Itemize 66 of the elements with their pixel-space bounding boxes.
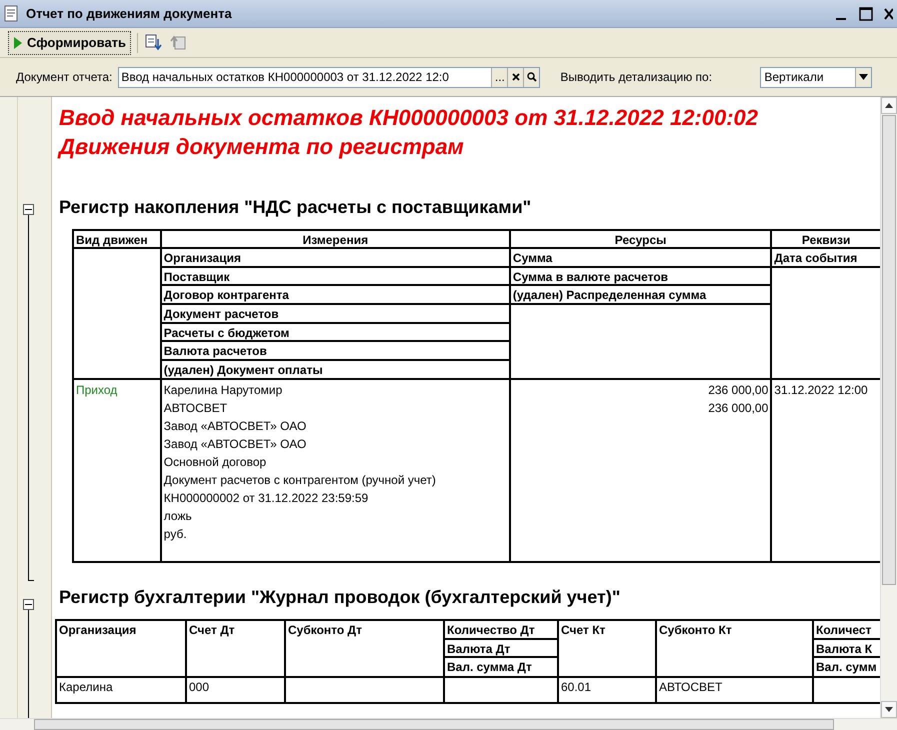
close-icon <box>512 73 520 81</box>
report-title: Движения документа по регистрам <box>59 133 465 161</box>
document-label: Документ отчета: <box>16 69 112 86</box>
play-icon <box>13 36 23 50</box>
dropdown-arrow-icon <box>859 74 868 80</box>
table-cell-text: Завод «АВТОСВЕТ» ОАО <box>162 436 308 453</box>
table-cell-text: ложь <box>162 508 193 525</box>
table-cell-text: Карелина Нарутомир <box>162 382 284 399</box>
collapse-toggle-icon[interactable] <box>23 204 34 215</box>
close-icon[interactable] <box>883 6 893 20</box>
scroll-down-icon[interactable] <box>885 707 893 712</box>
field-header: Документ расчетов <box>162 305 509 324</box>
column-header: Субконто Кт <box>658 622 733 639</box>
column-header: Счет Дт <box>188 622 236 639</box>
search-button[interactable] <box>523 68 540 86</box>
column-header: Субконто Дт <box>287 622 363 639</box>
clear-button[interactable] <box>507 68 524 86</box>
detail-label: Выводить детализацию по: <box>560 69 714 86</box>
table-cell-text: руб. <box>162 526 188 543</box>
table-cell-text: 000 <box>188 679 210 696</box>
table-cell-text: Основной договор <box>162 454 268 471</box>
generate-button[interactable]: Сформировать <box>8 30 132 54</box>
field-header: Поставщик <box>162 268 509 286</box>
column-header: Вид движен <box>74 231 160 249</box>
table-cell-text: КН000000002 от 31.12.2022 23:59:59 <box>162 490 370 507</box>
search-icon <box>526 72 537 82</box>
maximize-icon[interactable] <box>859 6 873 20</box>
column-header: Измерения <box>162 231 509 249</box>
field-header: Расчеты с бюджетом <box>162 324 509 342</box>
column-header: Вал. сумм <box>815 659 878 676</box>
report-title: Ввод начальных остатков КН000000003 от 31.12.2022 12:00:02 <box>59 104 760 132</box>
field-header: Сумма <box>510 249 770 268</box>
select-button[interactable]: ... <box>491 68 508 86</box>
table-cell-text: 60.01 <box>560 679 592 696</box>
column-header: Количество Дт <box>445 621 557 640</box>
field-header: (удален) Распределенная сумма <box>510 286 770 306</box>
column-header: Вал. сумма Дт <box>446 659 533 676</box>
section-title: Регистр накопления "НДС расчеты с поставщиками" <box>59 196 532 219</box>
detail-dropdown[interactable]: Вертикали <box>760 66 872 88</box>
field-header: (удален) Документ оплаты <box>162 361 509 380</box>
table-cell-text: 31.12.2022 12:00 <box>773 382 869 399</box>
field-header: Валюта расчетов <box>162 342 509 362</box>
collapse-toggle-icon[interactable] <box>23 599 34 610</box>
column-header: Ресурсы <box>510 231 770 249</box>
window-title: Отчет по движениям документа <box>26 4 233 23</box>
table-cell-text: Карелина <box>58 679 114 696</box>
column-header: Валюта Дт <box>445 640 557 658</box>
document-down-arrow-icon[interactable] <box>144 32 164 52</box>
table-cell-text: Документ расчетов с контрагентом (ручной учет) <box>162 472 437 489</box>
section-title: Регистр бухгалтерии "Журнал проводок (бухгалтерский учет)" <box>59 586 622 609</box>
vertical-scrollbar[interactable] <box>880 97 897 718</box>
table-cell-text: АВТОСВЕТ <box>658 679 724 696</box>
field-header: Сумма в валюте расчетов <box>510 268 770 286</box>
horizontal-scrollbar[interactable] <box>0 718 897 730</box>
field-header: Организация <box>162 249 509 268</box>
scroll-up-icon[interactable] <box>885 103 893 108</box>
table-cell-text: 236 000,00 <box>707 400 770 417</box>
column-header: Организация <box>58 622 138 639</box>
field-header: Договор контрагента <box>162 286 509 306</box>
document-field[interactable]: Ввод начальных остатков КН000000003 от 31.12.2022 12:0 ... <box>118 66 540 88</box>
table-cell-text: Приход <box>75 382 118 399</box>
table-cell-text: 236 000,00 <box>707 382 770 399</box>
document-icon <box>4 4 20 22</box>
table-cell-text: Завод «АВТОСВЕТ» ОАО <box>162 418 308 435</box>
table-cell-text: АВТОСВЕТ <box>162 400 228 417</box>
column-header: Счет Кт <box>560 622 606 639</box>
